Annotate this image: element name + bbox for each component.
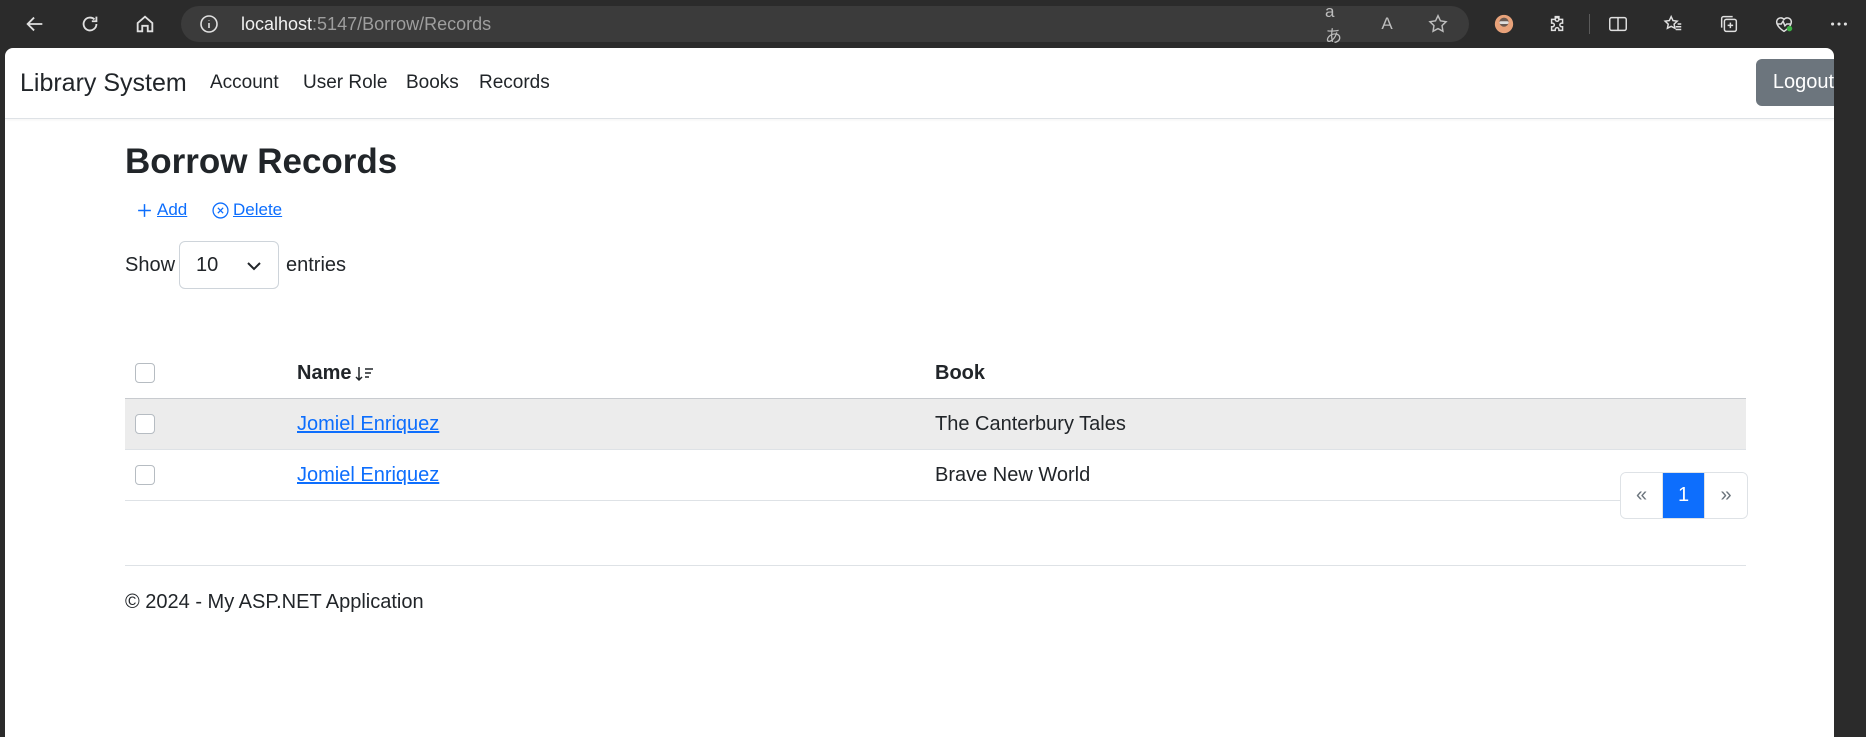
pagination: « 1 » (1620, 472, 1748, 519)
add-link-label: Add (157, 200, 188, 219)
favorite-star-icon[interactable] (1426, 13, 1450, 35)
url-path: :5147/Borrow/Records (312, 14, 492, 34)
add-link[interactable]: Add (136, 200, 187, 220)
row-checkbox[interactable] (135, 414, 155, 434)
toolbar-separator (1589, 14, 1590, 34)
extensions-icon[interactable] (1540, 8, 1576, 40)
delete-link[interactable]: Delete (212, 200, 282, 220)
browser-toolbar: localhost:5147/Borrow/Records aあ A (0, 0, 1866, 48)
column-header-book[interactable]: Book (935, 362, 985, 385)
entries-per-page-select[interactable]: 10 (179, 241, 279, 289)
more-menu-icon[interactable] (1821, 8, 1857, 40)
chevron-down-icon (247, 262, 261, 271)
favorites-icon[interactable] (1655, 8, 1691, 40)
row-book: Brave New World (935, 464, 1091, 486)
plus-icon (138, 203, 151, 217)
pagination-next[interactable]: » (1705, 473, 1747, 518)
footer-copyright: © 2024 - My ASP.NET Application (125, 591, 424, 613)
entries-select-value: 10 (196, 253, 219, 276)
row-checkbox[interactable] (135, 465, 155, 485)
sort-descending-icon (355, 366, 374, 381)
table-row: Jomiel Enriquez Brave New World (125, 450, 1746, 501)
pagination-page-1[interactable]: 1 (1663, 473, 1705, 518)
entries-label: entries (286, 254, 347, 276)
pagination-prev[interactable]: « (1621, 473, 1663, 518)
row-name-link[interactable]: Jomiel Enriquez (297, 464, 439, 487)
nav-link-records[interactable]: Records (479, 72, 550, 94)
table-header-row: Name Book (125, 349, 1746, 399)
delete-link-label: Delete (233, 200, 283, 219)
select-all-checkbox[interactable] (135, 363, 155, 383)
nav-link-user-role[interactable]: User Role (303, 72, 387, 94)
back-icon[interactable] (17, 8, 53, 40)
column-header-name-label: Name (297, 362, 352, 384)
page-viewport: Library System Account User Role Books R… (5, 48, 1834, 737)
nav-link-account[interactable]: Account (210, 72, 279, 94)
browser-health-icon[interactable] (1766, 8, 1802, 40)
table-row: Jomiel Enriquez The Canterbury Tales (125, 399, 1746, 450)
address-bar[interactable]: localhost:5147/Borrow/Records aあ A (181, 2, 1469, 46)
translate-icon[interactable]: aあ (1325, 2, 1349, 46)
records-table: Name Book Jomiel Enriquez The Canterbury… (125, 349, 1746, 501)
column-header-name[interactable]: Name (297, 362, 375, 385)
split-screen-icon[interactable] (1600, 8, 1636, 40)
footer-divider (125, 565, 1746, 566)
collections-icon[interactable] (1711, 8, 1747, 40)
page-title: Borrow Records (125, 142, 398, 181)
top-navbar: Library System Account User Role Books R… (5, 48, 1834, 119)
url-text[interactable]: localhost:5147/Borrow/Records (241, 14, 491, 35)
x-circle-icon (212, 201, 229, 219)
logout-button[interactable]: Logout (1756, 59, 1834, 106)
show-label: Show (125, 254, 176, 276)
row-name-link[interactable]: Jomiel Enriquez (297, 413, 439, 436)
nav-link-books[interactable]: Books (406, 72, 459, 94)
brand-link[interactable]: Library System (20, 69, 187, 98)
profile-avatar-icon[interactable] (1486, 8, 1522, 40)
site-info-icon[interactable] (199, 14, 219, 34)
url-host: localhost (241, 14, 313, 34)
read-aloud-icon[interactable]: A (1375, 13, 1399, 35)
refresh-icon[interactable] (72, 8, 108, 40)
row-book: The Canterbury Tales (935, 413, 1126, 435)
home-icon[interactable] (127, 8, 163, 40)
